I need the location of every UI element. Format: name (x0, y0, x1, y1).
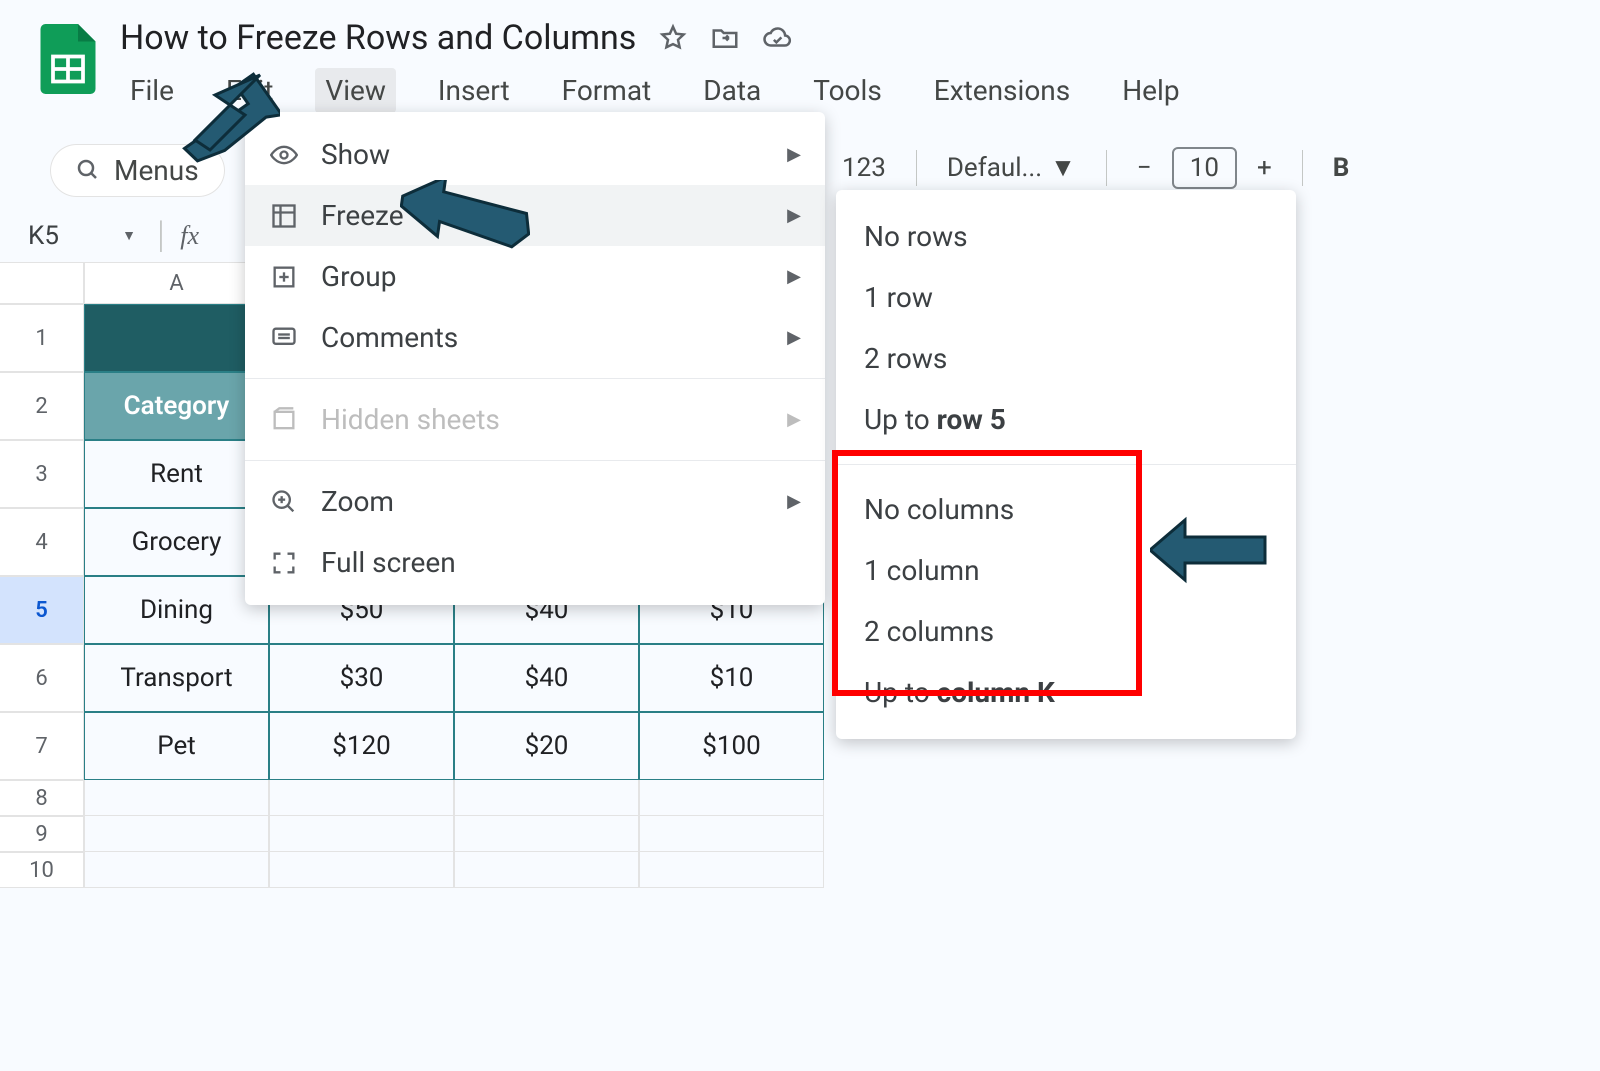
annotation-arrow-icon (170, 70, 280, 170)
view-freeze[interactable]: Freeze ▶ (245, 185, 825, 246)
view-hidden-sheets: Hidden sheets ▶ (245, 389, 825, 450)
divider (1106, 150, 1107, 186)
submenu-arrow-icon: ▶ (787, 327, 801, 348)
menu-format[interactable]: Format (552, 68, 662, 113)
zoom-icon (269, 487, 299, 517)
number-format-button[interactable]: 123 (830, 147, 898, 189)
annotation-arrow-icon (400, 180, 530, 260)
submenu-arrow-icon: ▶ (787, 205, 801, 226)
cell-a1[interactable] (84, 304, 269, 372)
row-header-8[interactable]: 8 (0, 780, 84, 816)
row-header-6[interactable]: 6 (0, 644, 84, 712)
annotation-highlight-box (832, 450, 1142, 696)
cell-a5[interactable]: Dining (84, 576, 269, 644)
comments-icon (269, 323, 299, 353)
submenu-arrow-icon: ▶ (787, 409, 801, 430)
sheets-logo-icon (40, 24, 96, 94)
cell-a4[interactable]: Grocery (84, 508, 269, 576)
row-header-5[interactable]: 5 (0, 576, 84, 644)
menu-label: Comments (321, 321, 458, 354)
group-icon (269, 262, 299, 292)
freeze-no-rows[interactable]: No rows (836, 206, 1296, 267)
cell-a7[interactable]: Pet (84, 712, 269, 780)
freeze-up-to-row[interactable]: Up to row 5 (836, 389, 1296, 450)
cell-c6[interactable]: $40 (454, 644, 639, 712)
font-family-select[interactable]: Defaul... ▼ (935, 146, 1088, 189)
bold-button[interactable]: B (1321, 147, 1362, 189)
view-zoom[interactable]: Zoom ▶ (245, 471, 825, 532)
select-all-corner[interactable] (0, 262, 84, 304)
font-family-label: Defaul... (947, 153, 1042, 183)
cell-a6[interactable]: Transport (84, 644, 269, 712)
submenu-arrow-icon: ▶ (787, 491, 801, 512)
row-header-9[interactable]: 9 (0, 816, 84, 852)
menu-insert[interactable]: Insert (428, 68, 520, 113)
row-header-3[interactable]: 3 (0, 440, 84, 508)
row-header-1[interactable]: 1 (0, 304, 84, 372)
menu-label: Hidden sheets (321, 403, 500, 436)
submenu-arrow-icon: ▶ (787, 144, 801, 165)
freeze-1-row[interactable]: 1 row (836, 267, 1296, 328)
divider (916, 150, 917, 186)
fullscreen-icon (269, 548, 299, 578)
view-group[interactable]: Group ▶ (245, 246, 825, 307)
freeze-2-rows[interactable]: 2 rows (836, 328, 1296, 389)
doc-title[interactable]: How to Freeze Rows and Columns (120, 18, 636, 58)
menu-tools[interactable]: Tools (803, 68, 892, 113)
view-fullscreen[interactable]: Full screen (245, 532, 825, 593)
formula-fx-label: fx (180, 221, 199, 251)
menu-label: Freeze (321, 199, 404, 232)
cloud-saved-icon[interactable] (762, 23, 792, 53)
menu-label: Zoom (321, 485, 394, 518)
font-size-decrease[interactable]: − (1125, 147, 1164, 189)
font-size-input[interactable]: 10 (1172, 147, 1237, 189)
chevron-down-icon: ▼ (1050, 152, 1076, 183)
freeze-icon (269, 201, 299, 231)
menu-data[interactable]: Data (693, 68, 771, 113)
cell-d7[interactable]: $100 (639, 712, 824, 780)
view-menu-dropdown: Show ▶ Freeze ▶ Group ▶ Comments ▶ Hidde… (245, 112, 825, 605)
view-show[interactable]: Show ▶ (245, 124, 825, 185)
menubar: File Edit View Insert Format Data Tools … (120, 68, 1190, 113)
menu-view[interactable]: View (315, 68, 396, 113)
cell-d6[interactable]: $10 (639, 644, 824, 712)
menu-label: Group (321, 260, 396, 293)
col-header-a[interactable]: A (84, 262, 269, 304)
search-icon (76, 158, 100, 182)
label-prefix: Up to (864, 403, 937, 436)
menu-extensions[interactable]: Extensions (924, 68, 1080, 113)
row-header-7[interactable]: 7 (0, 712, 84, 780)
divider (1302, 150, 1303, 186)
divider (245, 460, 825, 461)
move-folder-icon[interactable] (710, 23, 740, 53)
cell-a3[interactable]: Rent (84, 440, 269, 508)
chevron-down-icon: ▼ (122, 227, 136, 244)
menu-label: Show (321, 138, 390, 171)
row-header-2[interactable]: 2 (0, 372, 84, 440)
cell-a2[interactable]: Category (84, 372, 269, 440)
sheet-icon (269, 405, 299, 435)
cell-b6[interactable]: $30 (269, 644, 454, 712)
cell-b7[interactable]: $120 (269, 712, 454, 780)
font-size-increase[interactable]: + (1245, 147, 1284, 189)
label-bold: row 5 (937, 403, 1006, 436)
view-comments[interactable]: Comments ▶ (245, 307, 825, 368)
divider (245, 378, 825, 379)
menu-help[interactable]: Help (1112, 68, 1189, 113)
row-header-4[interactable]: 4 (0, 508, 84, 576)
menu-label: Full screen (321, 546, 456, 579)
row-header-10[interactable]: 10 (0, 852, 84, 888)
star-icon[interactable] (658, 23, 688, 53)
annotation-arrow-icon (1150, 515, 1270, 585)
cell-reference-value: K5 (28, 221, 59, 251)
cell-reference-box[interactable]: K5 ▼ (14, 221, 144, 251)
submenu-arrow-icon: ▶ (787, 266, 801, 287)
cell-c7[interactable]: $20 (454, 712, 639, 780)
